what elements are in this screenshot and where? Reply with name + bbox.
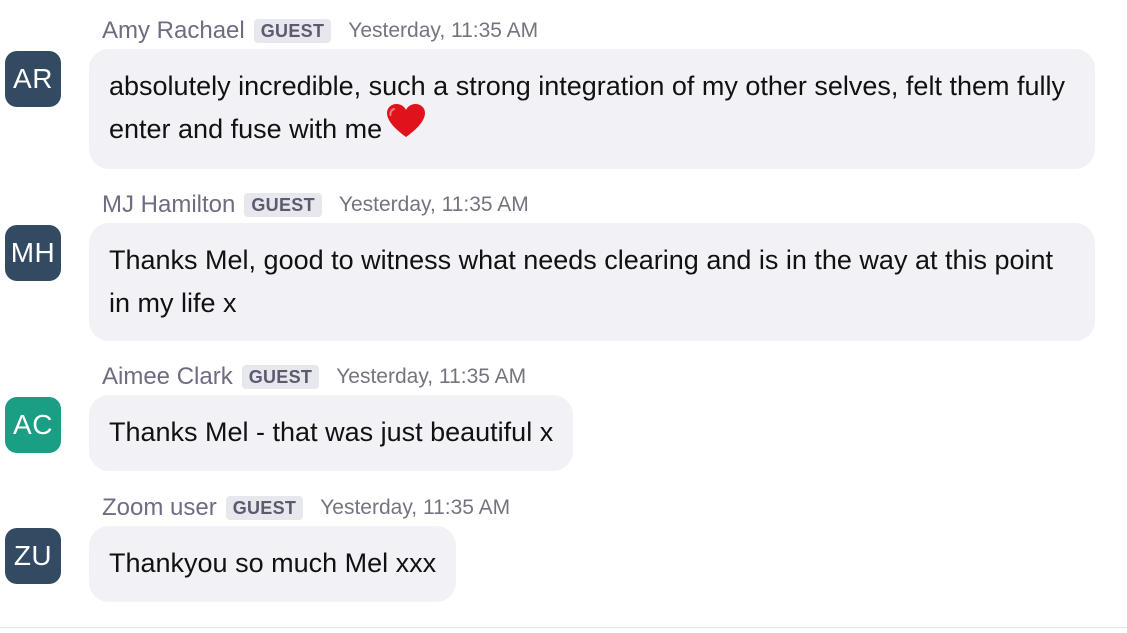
sender-name[interactable]: Amy Rachael	[102, 17, 245, 45]
message-header: MJ Hamilton GUEST Yesterday, 11:35 AM	[102, 190, 529, 220]
chat-panel: Amy Rachael GUEST Yesterday, 11:35 AM AR…	[0, 0, 1127, 633]
message-header: Zoom user GUEST Yesterday, 11:35 AM	[102, 493, 510, 523]
message-text: absolutely incredible, such a strong int…	[109, 71, 1065, 144]
avatar[interactable]: ZU	[5, 528, 61, 584]
divider	[0, 627, 1127, 628]
message-timestamp: Yesterday, 11:35 AM	[336, 365, 527, 388]
avatar[interactable]: AR	[5, 51, 61, 107]
message-bubble[interactable]: absolutely incredible, such a strong int…	[89, 49, 1095, 169]
avatar[interactable]: MH	[5, 225, 61, 281]
message-timestamp: Yesterday, 11:35 AM	[338, 193, 529, 216]
avatar[interactable]: AC	[5, 397, 61, 453]
message-text: Thanks Mel, good to witness what needs c…	[109, 245, 1054, 318]
sender-name[interactable]: Aimee Clark	[102, 363, 233, 391]
message-bubble[interactable]: Thanks Mel, good to witness what needs c…	[89, 223, 1095, 341]
message-bubble[interactable]: Thankyou so much Mel xxx	[89, 526, 457, 602]
message-timestamp: Yesterday, 11:35 AM	[320, 496, 511, 519]
message-text: Thanks Mel - that was just beautiful x	[109, 417, 554, 447]
message-header: Amy Rachael GUEST Yesterday, 11:35 AM	[102, 16, 538, 46]
message-bubble[interactable]: Thanks Mel - that was just beautiful x	[89, 395, 574, 471]
guest-badge: GUEST	[244, 193, 322, 217]
heart-emoji-icon	[386, 103, 426, 152]
message-timestamp: Yesterday, 11:35 AM	[348, 19, 539, 42]
sender-name[interactable]: Zoom user	[102, 494, 217, 522]
message-text: Thankyou so much Mel xxx	[109, 548, 437, 578]
guest-badge: GUEST	[241, 365, 320, 389]
sender-name[interactable]: MJ Hamilton	[102, 191, 235, 219]
guest-badge: GUEST	[225, 496, 304, 520]
guest-badge: GUEST	[253, 19, 332, 43]
message-header: Aimee Clark GUEST Yesterday, 11:35 AM	[102, 362, 526, 392]
